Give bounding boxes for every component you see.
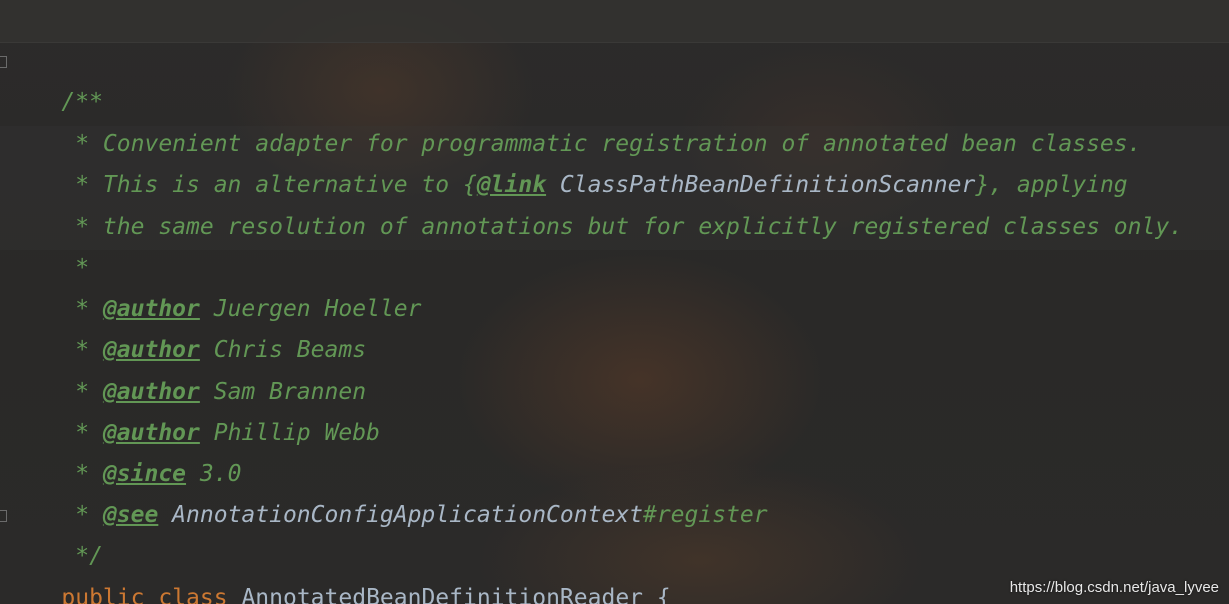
code-line-6: * @author Juergen Hoeller — [6, 249, 421, 322]
code-line-10: * @since 3.0 — [6, 414, 241, 487]
code-line-2: * Convenient adapter for programmatic re… — [6, 84, 1141, 157]
watermark-url: https://blog.csdn.net/java_lyvee — [1009, 579, 1219, 596]
code-line-3: * This is an alternative to {@link Class… — [6, 125, 1127, 198]
doc-see-reference[interactable]: AnnotationConfigApplicationContext — [158, 502, 643, 528]
code-line-11: * @see AnnotationConfigApplicationContex… — [6, 455, 767, 528]
code-line-1: /** — [6, 42, 103, 115]
code-line-4: * the same resolution of annotations but… — [6, 167, 1183, 240]
code-line-9: * @author Phillip Webb — [6, 373, 380, 446]
keyword-public: public — [61, 585, 145, 604]
doc-see-member: #register — [642, 502, 768, 528]
code-line-5: * — [6, 208, 89, 281]
doc-comment-text: * the same resolution of annotations but… — [61, 214, 1184, 240]
class-name: AnnotatedBeanDefinitionReader { — [227, 585, 671, 604]
code-line-7: * @author Chris Beams — [6, 290, 366, 363]
editor-tab-bar — [0, 0, 1229, 43]
code-line-12: */ — [6, 496, 103, 569]
code-line-8: * @author Sam Brannen — [6, 332, 366, 405]
doc-tag-see: @see — [102, 502, 159, 528]
code-line-13: public class AnnotatedBeanDefinitionRead… — [6, 538, 670, 604]
keyword-class: class — [158, 585, 228, 604]
code-editor[interactable]: /** * Convenient adapter for programmati… — [0, 42, 1229, 604]
